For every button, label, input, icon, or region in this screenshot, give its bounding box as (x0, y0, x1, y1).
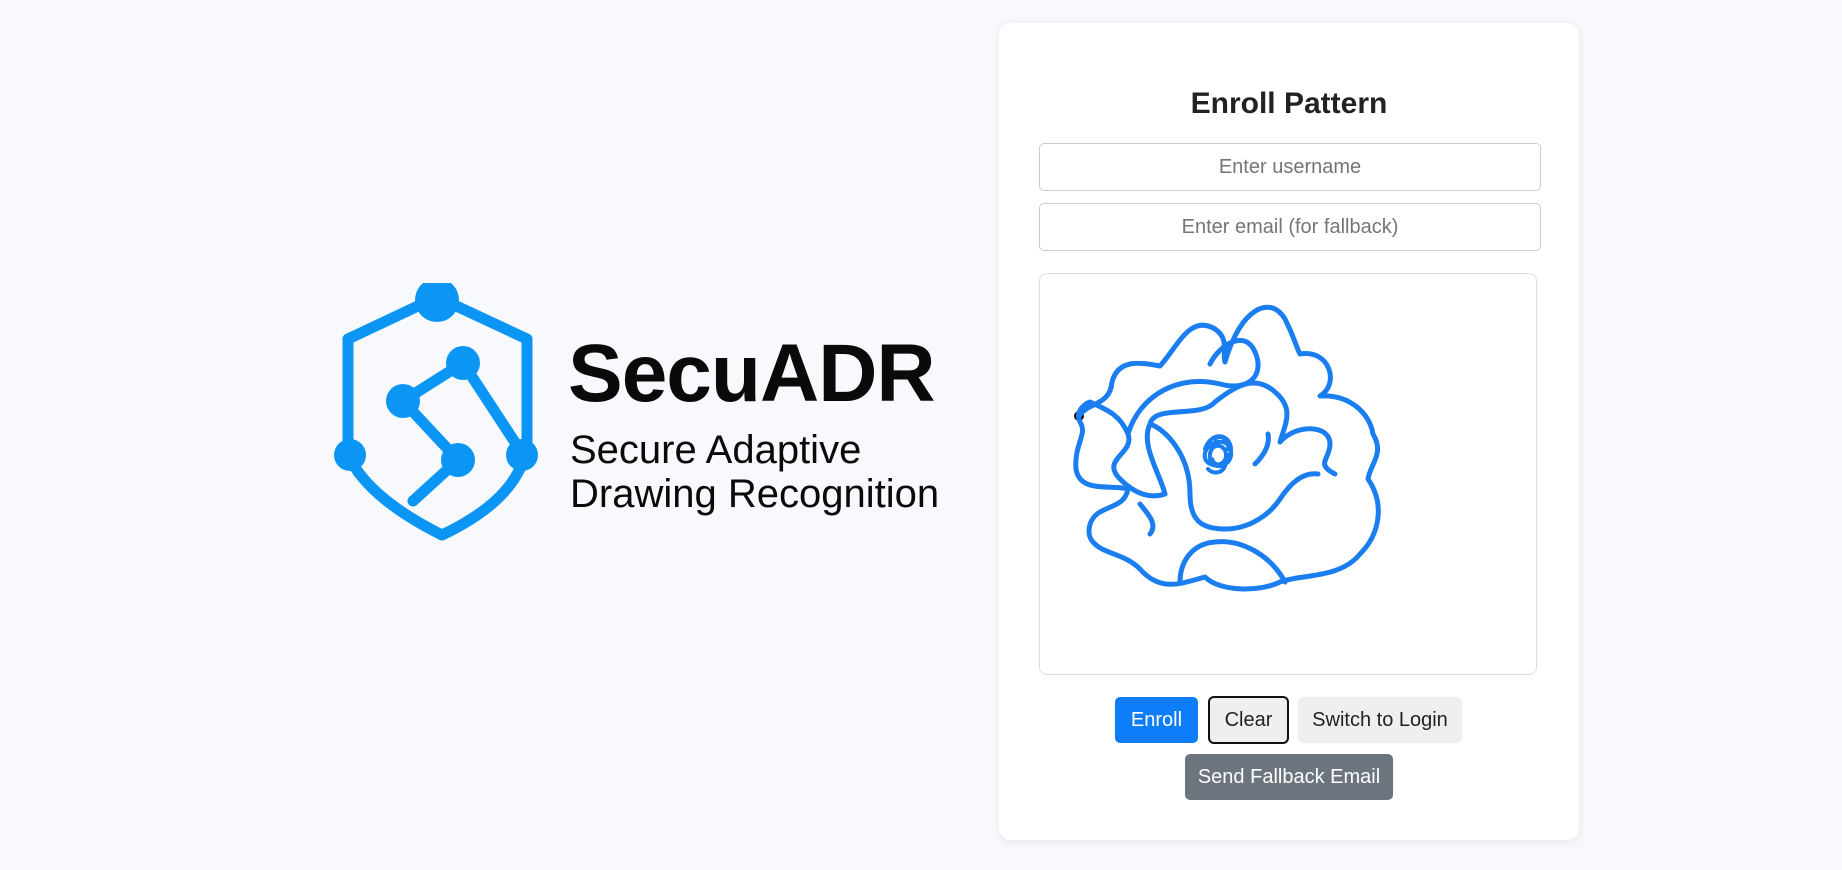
email-input[interactable] (1039, 203, 1541, 251)
clear-button[interactable]: Clear (1208, 696, 1289, 744)
brand-logo: SecuADR Secure Adaptive Drawing Recognit… (330, 283, 950, 543)
page-title: Enroll Pattern (1190, 87, 1388, 120)
enroll-card: Enroll Pattern Enroll Clear Switch to Lo… (999, 23, 1579, 840)
drawn-pattern (1073, 304, 1381, 592)
drawn-scribble-center (1202, 434, 1234, 475)
brand-tagline-line-1: Secure Adaptive (570, 428, 862, 472)
username-input[interactable] (1039, 143, 1541, 191)
drawing-canvas[interactable] (1039, 273, 1537, 675)
send-fallback-email-button[interactable]: Send Fallback Email (1185, 754, 1393, 800)
switch-to-login-button[interactable]: Switch to Login (1298, 697, 1462, 743)
brand-name: SecuADR (568, 328, 936, 419)
brand-tagline: Secure Adaptive Drawing Recognition (570, 428, 939, 516)
shield-network-icon (334, 283, 538, 541)
enroll-button[interactable]: Enroll (1115, 697, 1198, 743)
brand-tagline-line-2: Drawing Recognition (570, 472, 940, 516)
